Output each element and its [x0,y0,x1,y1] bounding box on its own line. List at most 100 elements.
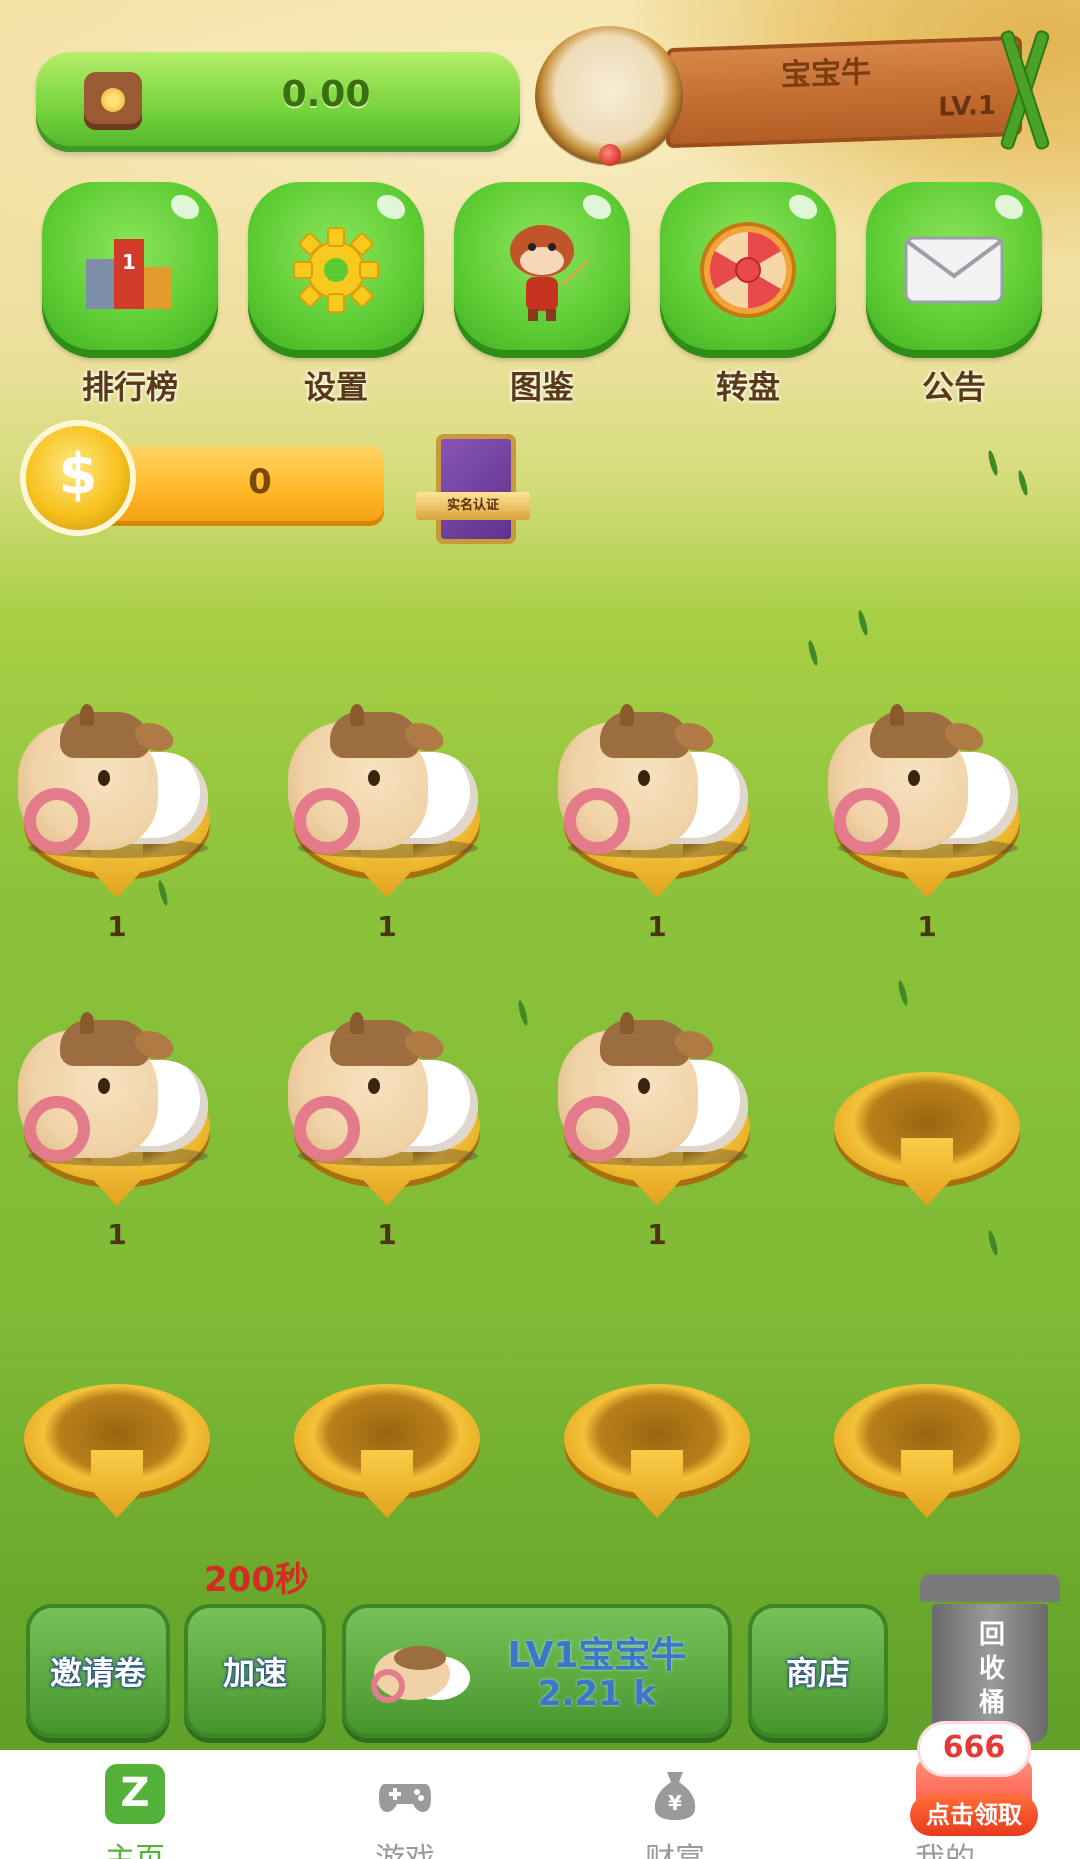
recycle-bin-button[interactable]: 回收桶 [920,1574,1060,1744]
game-stage: 0.00 宝宝牛 LV.1 1 排行榜 设置 图鉴 转盘 公告 0 $ 实名认证… [0,0,1080,1859]
cash-balance-bar[interactable]: 0.00 [36,52,520,152]
slot-level: 1 [377,1218,397,1251]
player-avatar[interactable] [535,26,683,166]
baby-cow-icon[interactable] [18,1012,218,1176]
avatar-gem-icon [599,144,621,166]
grass-decor [806,639,820,667]
baby-cow-icon[interactable] [558,704,758,868]
gear-icon [286,220,386,320]
menu-wheel[interactable]: 转盘 [660,182,836,412]
cow-slot-empty[interactable] [282,1320,492,1540]
dollar-coin-icon: $ [26,426,130,530]
realname-verify-button[interactable]: 实名认证 [410,430,534,550]
tab-home-label: 主页 [0,1834,270,1859]
player-name-plank[interactable]: 宝宝牛 LV.1 [666,35,1022,149]
menu-settings-label: 设置 [303,368,368,406]
grass-decor [896,979,910,1007]
cow-slot-empty[interactable] [822,1008,1032,1228]
baby-cow-icon[interactable] [288,704,488,868]
cow-slot-empty[interactable] [552,1320,762,1540]
grass-decor [1016,469,1030,497]
cow-slot-empty[interactable] [822,1320,1032,1540]
speed-timer: 200秒 [204,1560,309,1600]
menu-settings[interactable]: 设置 [248,182,424,412]
close-icon[interactable] [994,30,1054,150]
ranking-podium-icon: 1 [80,220,180,320]
cow-slot-occupied[interactable]: 1 [822,700,1032,943]
baby-cow-icon[interactable] [18,704,218,868]
menu-collection-label: 图鉴 [509,368,574,406]
book-icon [436,434,516,544]
speed-up-button[interactable]: 加速 [184,1604,326,1738]
shield-icon [901,1138,953,1206]
buy-cow-name: LV1宝宝牛 [507,1635,687,1676]
cow-slot-occupied[interactable]: 1 [552,1008,762,1251]
tab-games-label: 游戏 [270,1834,540,1859]
cow-slot-occupied[interactable]: 1 [282,1008,492,1251]
grass-decor [986,449,1000,477]
recycle-bin-label: 回收桶 [978,1620,1005,1718]
coin-symbol: $ [58,442,98,507]
buy-cow-button[interactable]: LV1宝宝牛 2.21 k [342,1604,732,1738]
tab-home[interactable]: Z 主页 [0,1750,270,1859]
promo-claim-button[interactable]: 点击领取 [910,1794,1038,1836]
svg-text:1: 1 [122,250,136,274]
shield-icon [901,1450,953,1518]
baby-cow-icon[interactable] [288,1012,488,1176]
slot-level: 1 [917,910,937,943]
grass-decor [986,1229,1000,1257]
gamepad-icon [375,1764,435,1824]
grass-decor [856,609,870,637]
cow-slot-occupied[interactable]: 1 [12,1008,222,1251]
coin-balance-bar: 0 [96,446,384,526]
cow-teacher-icon [492,220,592,321]
shield-icon [91,1450,143,1518]
shield-icon [361,1450,413,1518]
red-packet-promo[interactable]: 666 点击领取 [910,1724,1038,1844]
wheel-icon [698,220,798,320]
envelope-icon [904,220,1004,320]
promo-count-bubble: 666 [920,1724,1028,1774]
menu-collection[interactable]: 图鉴 [454,182,630,412]
svg-text:¥: ¥ [668,1791,682,1815]
menu-wheel-label: 转盘 [715,368,780,406]
cow-slot-occupied[interactable]: 1 [282,700,492,943]
slot-level: 1 [107,910,127,943]
tab-games[interactable]: 游戏 [270,1750,540,1859]
cow-slot-occupied[interactable]: 1 [552,700,762,943]
home-icon: Z [105,1764,165,1824]
promo-count: 666 [942,1730,1006,1765]
slot-level: 1 [647,910,667,943]
tab-wealth[interactable]: ¥ 财富 [540,1750,810,1859]
trash-icon: 回收桶 [932,1604,1048,1744]
shop-label: 商店 [785,1654,850,1692]
money-bag-icon: ¥ [645,1764,705,1824]
speed-up-label: 加速 [222,1654,287,1692]
baby-cow-icon[interactable] [558,1012,758,1176]
cow-slot-occupied[interactable]: 1 [12,700,222,943]
cow-slot-empty[interactable] [12,1320,222,1540]
trash-lid [920,1574,1060,1602]
menu-ranking[interactable]: 1 排行榜 [42,182,218,412]
player-level: LV.1 [938,90,996,123]
invite-button[interactable]: 邀请卷 [26,1604,170,1738]
tab-wealth-label: 财富 [540,1834,810,1859]
buy-cow-price: 2.21 k [537,1674,657,1714]
player-name: 宝宝牛 [781,55,871,94]
menu-notice[interactable]: 公告 [866,182,1042,412]
baby-cow-icon [368,1644,472,1704]
grass-decor [516,999,530,1027]
realname-verify-label: 实名认证 [416,492,530,520]
baby-cow-icon[interactable] [828,704,1028,868]
slot-level: 1 [377,910,397,943]
shield-icon [631,1450,683,1518]
menu-ranking-label: 排行榜 [81,368,178,406]
cash-balance-value: 0.00 [281,74,371,115]
coin-balance-value: 0 [248,462,272,502]
slot-level: 1 [107,1218,127,1251]
wallet-icon [84,72,142,130]
slot-level: 1 [647,1218,667,1251]
invite-label: 邀请卷 [49,1654,146,1692]
menu-notice-label: 公告 [921,368,986,406]
shop-button[interactable]: 商店 [748,1604,888,1738]
